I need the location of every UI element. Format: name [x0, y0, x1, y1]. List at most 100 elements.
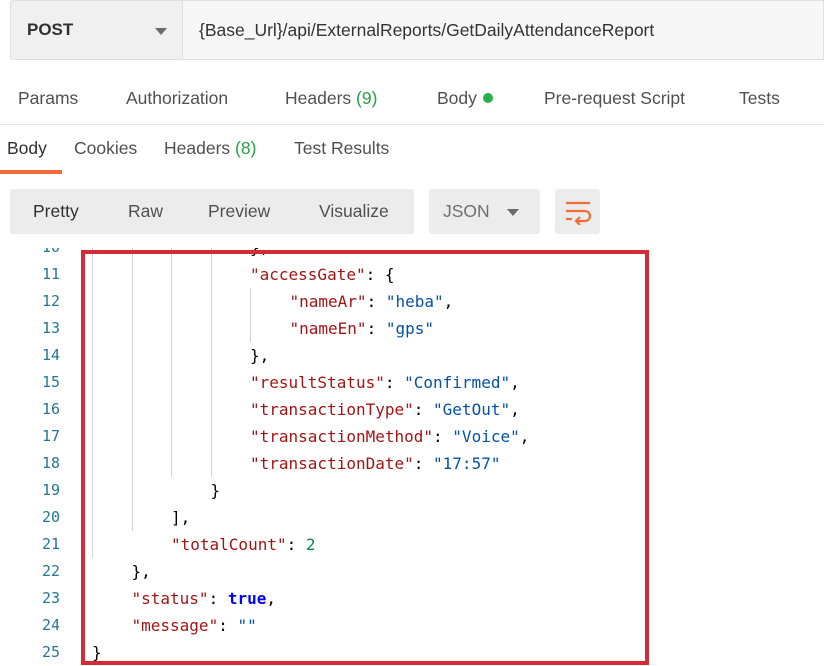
chevron-down-icon — [155, 28, 167, 35]
code-token: "transactionDate" — [250, 454, 414, 473]
code-token: , — [510, 400, 520, 419]
code-text: "nameAr": "heba", — [290, 288, 454, 315]
code-line: 13 "nameEn": "gps" — [0, 315, 824, 342]
divider — [0, 124, 824, 125]
line-number: 25 — [41, 643, 60, 661]
response-body-viewer[interactable]: 10}, 11 "accessGate": {12 "nameAr": "heba",… — [0, 248, 824, 666]
url-input[interactable]: {Base_Url}/api/ExternalReports/GetDailyA… — [183, 0, 824, 60]
tab-tests[interactable]: Tests — [739, 88, 780, 109]
code-token: }, — [131, 562, 151, 581]
tab-response-body[interactable]: Body — [7, 138, 47, 159]
format-select[interactable]: JSON — [429, 189, 540, 234]
tab-body[interactable]: Body — [437, 88, 493, 109]
code-token: : — [433, 427, 453, 446]
request-tabs: Params Authorization Headers (9) Body Pr… — [0, 88, 824, 116]
code-line: 10}, — [0, 248, 824, 261]
line-number: 23 — [41, 589, 60, 607]
code-token: , — [443, 292, 454, 311]
pretty-button[interactable]: Pretty — [33, 201, 79, 222]
code-token: "totalCount" — [171, 535, 287, 554]
code-text: "transactionDate": "17:57" — [250, 450, 500, 477]
code-token: : — [413, 400, 434, 419]
code-token: "message" — [131, 616, 219, 635]
code-token: "GetOut" — [433, 400, 511, 419]
code-line: 14}, — [0, 342, 824, 369]
tab-test-results[interactable]: Test Results — [294, 138, 389, 159]
tab-cookies[interactable]: Cookies — [74, 138, 137, 159]
code-token: : — [413, 454, 434, 473]
wrap-lines-icon — [566, 201, 592, 225]
code-token: : — [286, 535, 306, 554]
indent-guide — [131, 248, 133, 531]
code-line: 20], — [0, 504, 824, 531]
code-token: "transactionMethod" — [250, 427, 434, 446]
code-token: "Voice" — [452, 427, 520, 446]
code-token: "gps" — [385, 319, 434, 338]
code-token: "Confirmed" — [404, 373, 511, 392]
code-line: 21 "totalCount": 2 — [0, 531, 824, 558]
method-label: POST — [27, 20, 74, 39]
tab-prerequest-script[interactable]: Pre-request Script — [544, 88, 685, 109]
code-text: }, — [250, 248, 269, 261]
code-token: : — [366, 319, 386, 338]
code-token: "heba" — [385, 292, 444, 311]
code-token: "17:57" — [433, 454, 501, 473]
code-text: "transactionMethod": "Voice", — [250, 423, 529, 450]
code-text: "nameEn": "gps" — [290, 315, 435, 342]
view-mode-group: Pretty Raw Preview Visualize — [10, 189, 414, 234]
code-line: 24 "message": "" — [0, 612, 824, 639]
code-token: : — [208, 589, 228, 608]
url-text: {Base_Url}/api/ExternalReports/GetDailyA… — [199, 19, 655, 40]
visualize-button[interactable]: Visualize — [319, 201, 389, 222]
code-token: : — [366, 292, 386, 311]
code-token: "nameEn" — [289, 319, 367, 338]
code-token: ], — [171, 508, 191, 527]
code-text: "totalCount": 2 — [171, 531, 316, 558]
response-tabs: Body Cookies Headers (8) Test Results — [0, 138, 824, 174]
code-line: 12 "nameAr": "heba", — [0, 288, 824, 315]
line-number: 11 — [41, 265, 60, 283]
code-token: "nameAr" — [289, 292, 367, 311]
raw-button[interactable]: Raw — [128, 201, 163, 222]
body-set-indicator-icon — [482, 93, 493, 103]
code-token: : { — [365, 265, 395, 284]
tab-authorization[interactable]: Authorization — [126, 88, 228, 109]
code-text: "resultStatus": "Confirmed", — [250, 369, 520, 396]
code-text: "status": true, — [132, 585, 277, 612]
tab-response-headers[interactable]: Headers (8) — [164, 138, 256, 159]
code-line: 11 "accessGate": { — [0, 261, 824, 288]
code-line: 17 "transactionMethod": "Voice", — [0, 423, 824, 450]
preview-button[interactable]: Preview — [208, 201, 270, 222]
code-token: "status" — [131, 589, 209, 608]
line-number: 17 — [41, 427, 60, 445]
code-line: 19} — [0, 477, 824, 504]
code-token: true — [227, 589, 267, 608]
headers-count: (9) — [356, 88, 378, 108]
tab-params[interactable]: Params — [18, 88, 78, 109]
line-number: 24 — [41, 616, 60, 634]
tab-headers[interactable]: Headers (9) — [285, 88, 377, 109]
code-line: 22}, — [0, 558, 824, 585]
line-number: 21 — [41, 535, 60, 553]
code-token: } — [210, 481, 221, 500]
code-line: 15 "resultStatus": "Confirmed", — [0, 369, 824, 396]
code-line: 18 "transactionDate": "17:57" — [0, 450, 824, 477]
indent-guide — [250, 288, 251, 342]
line-number: 14 — [41, 346, 60, 364]
code-line: 25} — [0, 639, 824, 666]
wrap-lines-button[interactable] — [555, 189, 600, 234]
line-number: 22 — [41, 562, 60, 580]
code-token: 2 — [305, 535, 316, 554]
code-text: }, — [132, 558, 151, 585]
format-label: JSON — [443, 201, 490, 221]
code-token: } — [92, 643, 102, 662]
line-number: 18 — [41, 454, 60, 472]
code-text: "message": "" — [132, 612, 257, 639]
line-number: 19 — [41, 481, 60, 499]
code-token: }, — [250, 346, 270, 365]
code-text: } — [92, 639, 102, 666]
active-tab-underline — [0, 170, 62, 174]
indent-guide — [171, 248, 172, 477]
code-text: } — [211, 477, 221, 504]
method-select[interactable]: POST — [10, 0, 183, 60]
